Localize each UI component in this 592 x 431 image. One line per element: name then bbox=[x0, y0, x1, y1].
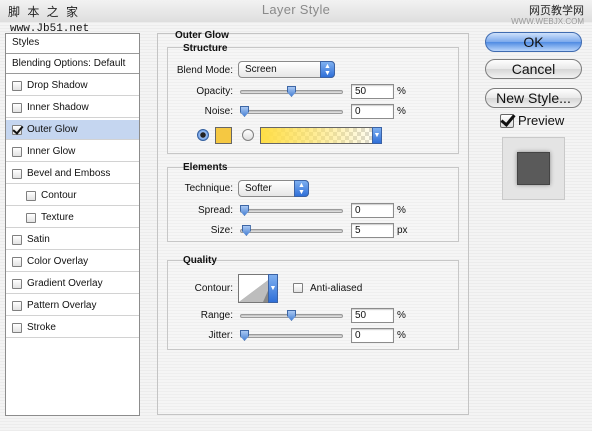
elements-title: Elements bbox=[183, 162, 228, 173]
anti-aliased-checkbox[interactable] bbox=[293, 283, 303, 293]
style-item-stroke[interactable]: Stroke bbox=[6, 318, 139, 338]
range-input[interactable]: 50 bbox=[351, 308, 394, 323]
style-item-label: Inner Shadow bbox=[27, 101, 89, 113]
style-item-label: Gradient Overlay bbox=[27, 277, 103, 289]
ok-button[interactable]: OK bbox=[485, 32, 582, 52]
jitter-slider[interactable] bbox=[240, 330, 343, 341]
noise-input[interactable]: 0 bbox=[351, 104, 394, 119]
title-bar: 脚 本 之 家 Layer Style 网页教学网 WWW.WEBJX.COM bbox=[0, 0, 592, 26]
new-style-button[interactable]: New Style... bbox=[485, 88, 582, 108]
style-item-bevel-and-emboss[interactable]: Bevel and Emboss bbox=[6, 164, 139, 184]
size-label: Size: bbox=[210, 225, 233, 236]
spread-label: Spread: bbox=[197, 205, 233, 216]
style-item-label: Satin bbox=[27, 233, 50, 245]
noise-label: Noise: bbox=[204, 106, 233, 117]
chevron-down-icon: ▼ bbox=[372, 127, 382, 144]
spread-unit: % bbox=[397, 205, 406, 216]
technique-select[interactable]: Softer ▲ ▼ bbox=[238, 180, 309, 197]
style-checkbox[interactable] bbox=[12, 146, 22, 157]
preview-thumbnail bbox=[502, 137, 565, 200]
style-item-label: Inner Glow bbox=[27, 145, 76, 157]
watermark-right: 网页教学网 WWW.WEBJX.COM bbox=[511, 2, 584, 26]
styles-list: Styles Blending Options: Default Drop Sh… bbox=[5, 33, 140, 416]
contour-label: Contour: bbox=[194, 283, 233, 294]
quality-title: Quality bbox=[183, 255, 217, 266]
style-checkbox[interactable] bbox=[12, 124, 22, 135]
glow-gradient-picker[interactable]: ▼ bbox=[260, 127, 382, 144]
glow-color-swatch[interactable] bbox=[215, 127, 232, 144]
style-item-pattern-overlay[interactable]: Pattern Overlay bbox=[6, 296, 139, 316]
style-item-color-overlay[interactable]: Color Overlay bbox=[6, 252, 139, 272]
solid-color-radio[interactable] bbox=[197, 129, 209, 141]
size-slider[interactable] bbox=[240, 225, 343, 236]
style-item-label: Color Overlay bbox=[27, 255, 89, 267]
style-checkbox[interactable] bbox=[12, 300, 22, 311]
technique-value: Softer bbox=[245, 183, 272, 194]
style-checkbox[interactable] bbox=[26, 190, 36, 201]
opacity-slider[interactable] bbox=[240, 86, 343, 97]
range-unit: % bbox=[397, 310, 406, 321]
range-slider[interactable] bbox=[240, 310, 343, 321]
preview-checkbox[interactable] bbox=[500, 114, 514, 128]
cancel-button[interactable]: Cancel bbox=[485, 59, 582, 79]
blending-options-item[interactable]: Blending Options: Default bbox=[6, 54, 139, 74]
noise-unit: % bbox=[397, 106, 406, 117]
panel-title: Outer Glow bbox=[175, 30, 229, 41]
blend-mode-value: Screen bbox=[245, 64, 277, 75]
style-item-texture[interactable]: Texture bbox=[6, 208, 139, 228]
style-checkbox[interactable] bbox=[12, 168, 22, 179]
style-item-label: Contour bbox=[41, 189, 77, 201]
size-unit: px bbox=[397, 225, 408, 236]
jitter-label: Jitter: bbox=[208, 330, 233, 341]
blend-mode-label: Blend Mode: bbox=[176, 65, 233, 76]
styles-header[interactable]: Styles bbox=[6, 34, 139, 54]
style-checkbox[interactable] bbox=[12, 278, 22, 289]
opacity-unit: % bbox=[397, 86, 406, 97]
watermark-right-url: WWW.WEBJX.COM bbox=[511, 17, 584, 26]
watermark-right-text: 网页教学网 bbox=[529, 5, 584, 17]
anti-aliased-label: Anti-aliased bbox=[310, 283, 363, 294]
blending-options-label: Blending Options: Default bbox=[12, 57, 126, 69]
style-checkbox[interactable] bbox=[12, 80, 22, 91]
contour-dropdown-arrow[interactable]: ▼ bbox=[268, 274, 278, 303]
style-item-label: Outer Glow bbox=[27, 123, 78, 135]
gradient-radio[interactable] bbox=[242, 129, 254, 141]
style-item-label: Drop Shadow bbox=[27, 79, 88, 91]
preview-square bbox=[517, 152, 550, 185]
jitter-unit: % bbox=[397, 330, 406, 341]
chevron-updown-icon: ▲ ▼ bbox=[294, 180, 309, 197]
style-item-drop-shadow[interactable]: Drop Shadow bbox=[6, 76, 139, 96]
noise-slider[interactable] bbox=[240, 106, 343, 117]
style-checkbox[interactable] bbox=[12, 102, 22, 113]
structure-title: Structure bbox=[183, 43, 228, 54]
jitter-input[interactable]: 0 bbox=[351, 328, 394, 343]
spread-slider[interactable] bbox=[240, 205, 343, 216]
range-label: Range: bbox=[200, 310, 233, 321]
blend-mode-select[interactable]: Screen ▲ ▼ bbox=[238, 61, 335, 78]
style-item-label: Pattern Overlay bbox=[27, 299, 97, 311]
style-item-inner-glow[interactable]: Inner Glow bbox=[6, 142, 139, 162]
style-item-label: Stroke bbox=[27, 321, 56, 333]
window-title: Layer Style bbox=[261, 2, 331, 17]
style-item-inner-shadow[interactable]: Inner Shadow bbox=[6, 98, 139, 118]
style-checkbox[interactable] bbox=[12, 256, 22, 267]
style-item-outer-glow[interactable]: Outer Glow bbox=[6, 120, 139, 140]
style-checkbox[interactable] bbox=[12, 234, 22, 245]
size-input[interactable]: 5 bbox=[351, 223, 394, 238]
style-checkbox[interactable] bbox=[12, 322, 22, 333]
chevron-updown-icon: ▲ ▼ bbox=[320, 61, 335, 78]
style-item-satin[interactable]: Satin bbox=[6, 230, 139, 250]
style-item-gradient-overlay[interactable]: Gradient Overlay bbox=[6, 274, 139, 294]
style-item-label: Texture bbox=[41, 211, 74, 223]
style-item-label: Bevel and Emboss bbox=[27, 167, 111, 179]
spread-input[interactable]: 0 bbox=[351, 203, 394, 218]
opacity-input[interactable]: 50 bbox=[351, 84, 394, 99]
opacity-label: Opacity: bbox=[196, 86, 233, 97]
style-item-contour[interactable]: Contour bbox=[6, 186, 139, 206]
style-checkbox[interactable] bbox=[26, 212, 36, 223]
technique-label: Technique: bbox=[184, 183, 233, 194]
preview-label: Preview bbox=[518, 113, 565, 128]
